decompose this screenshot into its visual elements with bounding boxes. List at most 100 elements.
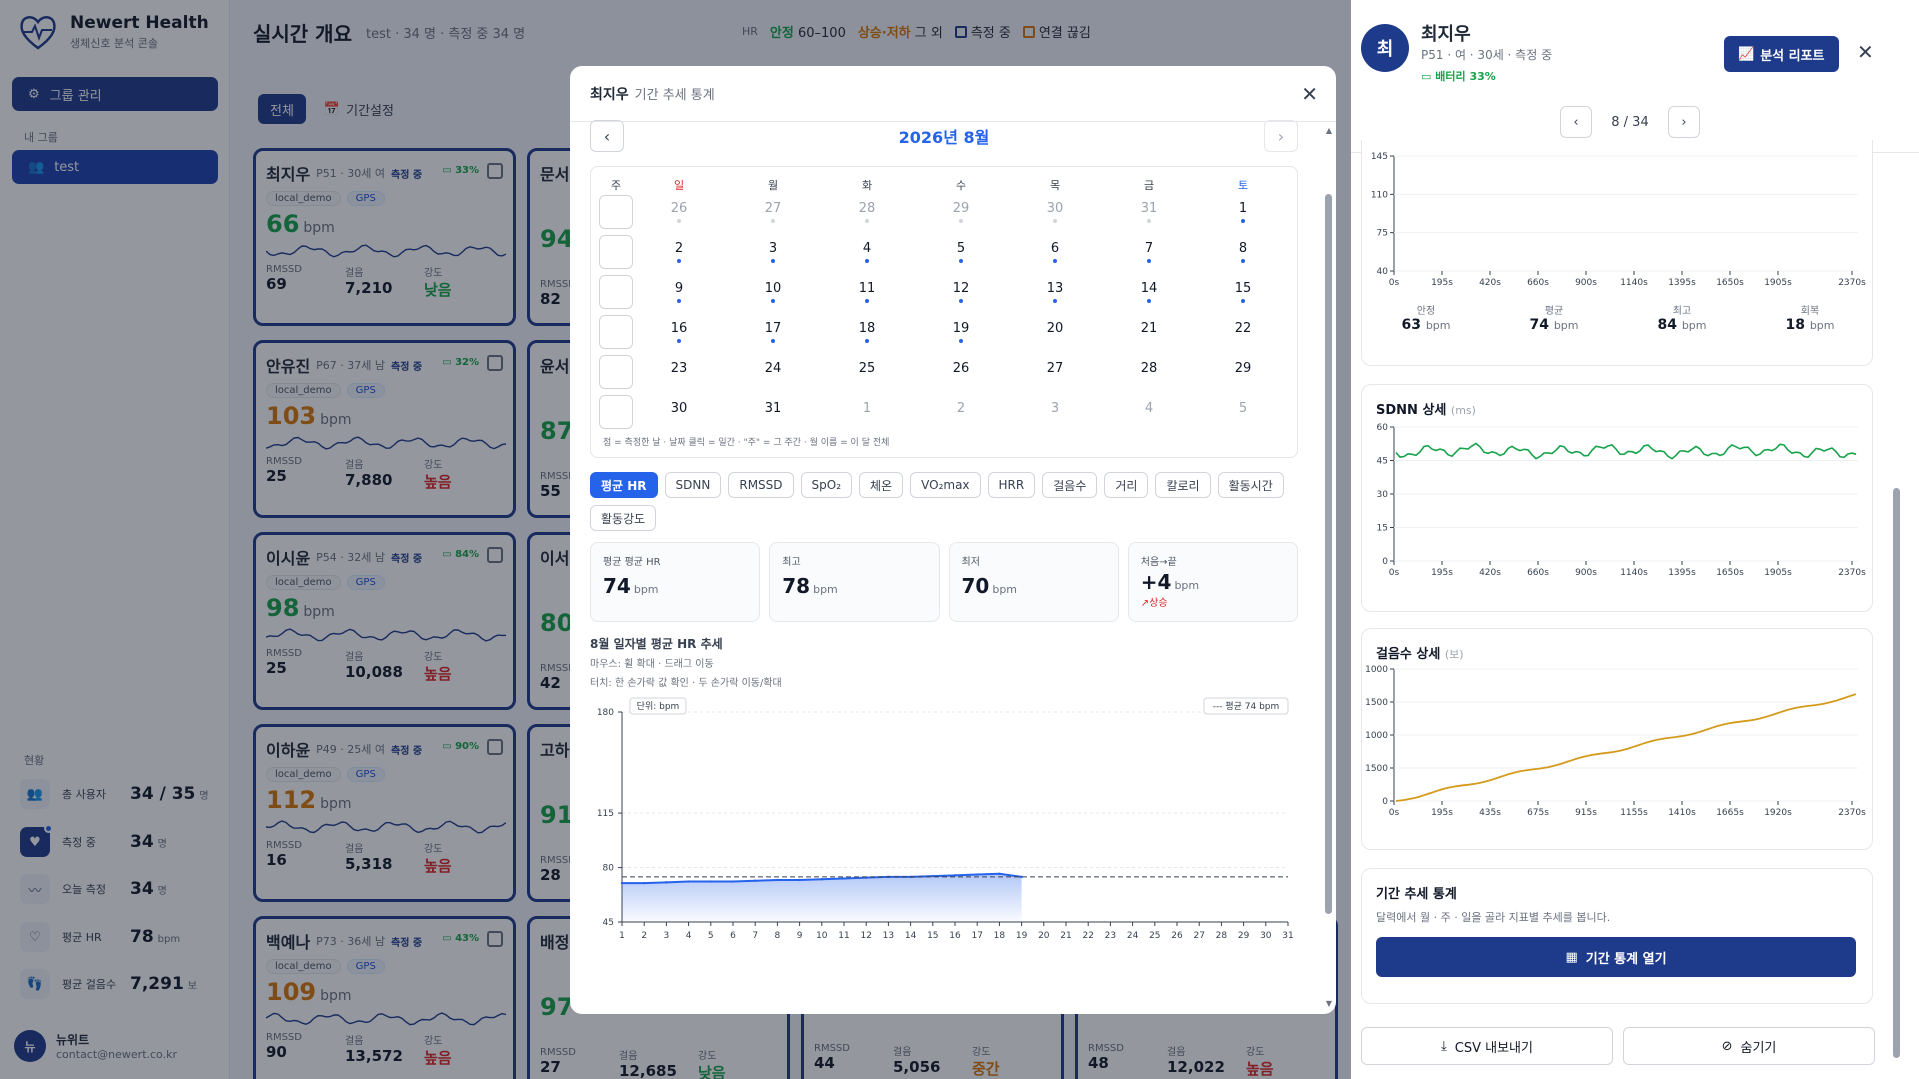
close-icon[interactable]: ✕ — [1857, 40, 1874, 64]
week-select-button[interactable] — [599, 195, 633, 229]
hr-detail-chart[interactable]: 40 75 110 145 0s 195s 420s 660s 900s 1140s 1395s 16… — [1362, 140, 1874, 290]
measured-dot — [771, 259, 775, 263]
calendar-day[interactable]: 31 — [753, 401, 793, 416]
x-tick-label: 420s — [1479, 278, 1501, 288]
week-select-button[interactable] — [599, 315, 633, 349]
calendar-day[interactable]: 20 — [1035, 321, 1075, 336]
day-number: 26 — [670, 201, 688, 216]
steps-title: 걸음수 상세 (보) — [1376, 643, 1464, 662]
hr-trend-chart[interactable]: 45801151801 2 3 4 5 6 7 8 9 10 11 12 13 14 15 16 17 18 19 2… — [570, 692, 1318, 972]
calendar-day[interactable]: 29 — [1223, 361, 1263, 376]
sdnn-line — [1395, 442, 1857, 460]
panel-scrollbar[interactable] — [1893, 488, 1900, 1058]
measured-dot — [959, 219, 963, 223]
calendar-day[interactable]: 6 — [1035, 241, 1075, 263]
metric-chip[interactable]: 칼로리 — [1155, 472, 1211, 498]
calendar-day[interactable]: 26 — [941, 361, 981, 376]
analysis-report-button[interactable]: 📈 분석 리포트 — [1724, 36, 1839, 72]
x-tick-label: 28 — [1216, 931, 1228, 941]
metric-chip[interactable]: 활동강도 — [590, 505, 657, 531]
scroll-down-icon[interactable]: ▼ — [1326, 999, 1332, 1008]
metric-chip[interactable]: HRR — [987, 472, 1036, 498]
open-period-stats-button[interactable]: ▦ 기간 통계 열기 — [1376, 937, 1856, 977]
calendar-day[interactable]: 29 — [941, 201, 981, 223]
metric-chip[interactable]: 거리 — [1104, 472, 1149, 498]
month-title[interactable]: 2026년 8월 — [899, 124, 990, 148]
metric-chip[interactable]: SDNN — [664, 472, 722, 498]
calendar-day[interactable]: 1 — [1223, 201, 1263, 223]
calendar-day[interactable]: 4 — [1129, 401, 1169, 416]
calendar-day[interactable]: 31 — [1129, 201, 1169, 223]
metric-chip[interactable]: SpO₂ — [800, 472, 853, 498]
calendar-day[interactable]: 30 — [1035, 201, 1075, 223]
calendar-day[interactable]: 12 — [941, 281, 981, 303]
calendar-day[interactable]: 22 — [1223, 321, 1263, 336]
hide-button[interactable]: ⊘ 숨기기 — [1623, 1027, 1875, 1065]
calendar-day[interactable]: 14 — [1129, 281, 1169, 303]
calendar-day[interactable]: 28 — [1129, 361, 1169, 376]
sdnn-chart[interactable]: 0 15 30 45 60 0s 195s 420s 660s 900s 1140s 1395s 165… — [1362, 421, 1874, 611]
week-select-button[interactable] — [599, 275, 633, 309]
csv-export-button[interactable]: ⤓ CSV 내보내기 — [1361, 1027, 1613, 1065]
calendar-day[interactable]: 17 — [753, 321, 793, 343]
x-tick-label: 16 — [949, 931, 961, 941]
calendar-day[interactable]: 16 — [659, 321, 699, 343]
metric-chip[interactable]: 활동시간 — [1217, 472, 1284, 498]
week-select-button[interactable] — [599, 395, 633, 429]
metric-chip[interactable]: 체온 — [859, 472, 904, 498]
week-select-button[interactable] — [599, 235, 633, 269]
x-tick-label: 20 — [1038, 931, 1050, 941]
calendar-day[interactable]: 19 — [941, 321, 981, 343]
calendar-day[interactable]: 5 — [1223, 401, 1263, 416]
next-user-button[interactable]: › — [1668, 106, 1700, 138]
metric-chip[interactable]: VO₂max — [910, 472, 981, 498]
metric-chip[interactable]: RMSSD — [728, 472, 794, 498]
hr-summary-value: 74 — [1529, 317, 1549, 333]
x-tick-label: 915s — [1575, 808, 1597, 818]
prev-month-button[interactable]: ‹ — [590, 120, 624, 152]
scroll-up-icon[interactable]: ▲ — [1326, 126, 1332, 135]
calendar-day[interactable]: 10 — [753, 281, 793, 303]
calendar-day[interactable]: 28 — [847, 201, 887, 223]
calendar-day[interactable]: 1 — [847, 401, 887, 416]
calendar-day[interactable]: 26 — [659, 201, 699, 223]
calendar-day[interactable]: 27 — [753, 201, 793, 223]
calendar-day[interactable]: 3 — [1035, 401, 1075, 416]
calendar-day[interactable]: 5 — [941, 241, 981, 263]
prev-user-button[interactable]: ‹ — [1560, 106, 1592, 138]
calendar-day[interactable]: 27 — [1035, 361, 1075, 376]
calendar-day[interactable]: 30 — [659, 401, 699, 416]
measured-dot — [865, 339, 869, 343]
y-tick-label: 1500 — [1365, 764, 1388, 774]
metric-chip[interactable]: 걸음수 — [1042, 472, 1098, 498]
x-tick-label: 1395s — [1668, 278, 1696, 288]
calendar-day[interactable]: 23 — [659, 361, 699, 376]
calendar-day[interactable]: 3 — [753, 241, 793, 263]
close-icon[interactable]: ✕ — [1301, 82, 1318, 106]
week-select-button[interactable] — [599, 355, 633, 389]
hr-detail-card: 40 75 110 145 0s 195s 420s 660s 900s 1140s 1395s 16… — [1361, 140, 1873, 366]
calendar-day[interactable]: 2 — [659, 241, 699, 263]
calendar-day[interactable]: 18 — [847, 321, 887, 343]
measured-dot — [959, 299, 963, 303]
calendar-day[interactable]: 2 — [941, 401, 981, 416]
calendar-day[interactable]: 11 — [847, 281, 887, 303]
calendar-day[interactable]: 4 — [847, 241, 887, 263]
metric-chip[interactable]: 평균 HR — [590, 472, 658, 498]
x-tick-label: 1140s — [1620, 568, 1648, 578]
day-number: 25 — [858, 361, 876, 376]
modal-scrollbar[interactable] — [1325, 194, 1332, 914]
calendar-day[interactable]: 8 — [1223, 241, 1263, 263]
measured-dot — [677, 259, 681, 263]
next-month-button[interactable]: › — [1264, 120, 1298, 152]
calendar-day[interactable]: 15 — [1223, 281, 1263, 303]
calendar-day[interactable]: 25 — [847, 361, 887, 376]
calendar-day[interactable]: 24 — [753, 361, 793, 376]
y-tick-label: 145 — [1371, 152, 1388, 162]
calendar-day[interactable]: 21 — [1129, 321, 1169, 336]
calendar-day[interactable]: 9 — [659, 281, 699, 303]
x-tick-label: 660s — [1527, 278, 1549, 288]
calendar-day[interactable]: 7 — [1129, 241, 1169, 263]
calendar-day[interactable]: 13 — [1035, 281, 1075, 303]
steps-chart[interactable]: 0 1500 1000 1500 1000 0s 195s 435s 675s 915s 1155s… — [1362, 665, 1874, 849]
